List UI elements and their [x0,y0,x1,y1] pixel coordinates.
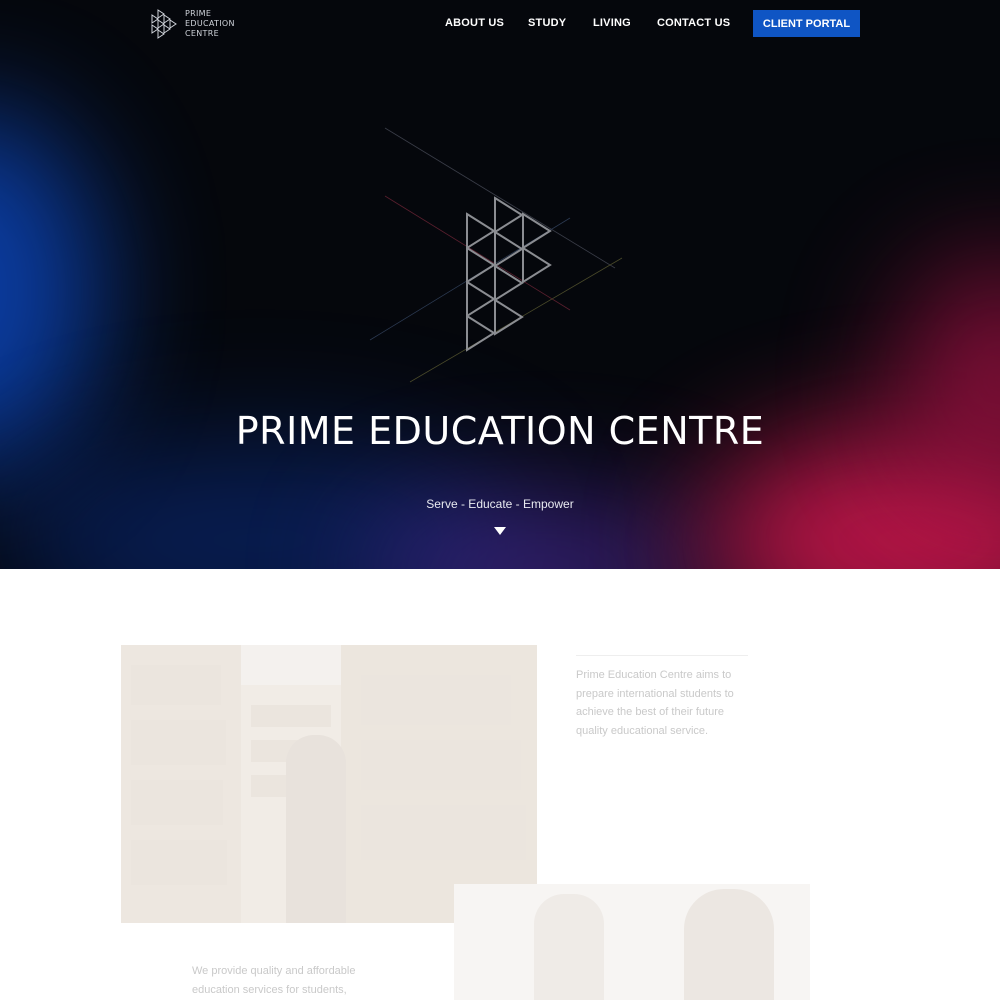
site-logo[interactable]: PRIME EDUCATION CENTRE [150,9,235,39]
hero-section: PRIME EDUCATION CENTRE ABOUT US STUDY LI… [0,0,1000,569]
nav-living[interactable]: LIVING [593,17,631,29]
top-navigation: PRIME EDUCATION CENTRE ABOUT US STUDY LI… [0,0,1000,46]
logo-line: CENTRE [185,29,219,38]
hero-emblem-icon [369,127,623,383]
library-photo [121,645,537,923]
intro-paragraph: Prime Education Centre aims to prepare i… [576,669,734,737]
logo-triangles-icon [151,9,177,39]
logo-line: PRIME [185,9,212,18]
logo-wordmark: PRIME EDUCATION CENTRE [185,9,235,39]
nav-study[interactable]: STUDY [528,17,566,29]
client-portal-button[interactable]: CLIENT PORTAL [753,10,860,37]
students-photo [454,884,810,1000]
triangle-down-icon[interactable] [494,527,506,535]
nav-about-us[interactable]: ABOUT US [445,17,504,29]
intro-divider [576,655,748,656]
hero-tagline: Serve - Educate - Empower [426,497,574,511]
services-paragraph: We provide quality and affordable educat… [192,965,356,996]
hero-title: PRIME EDUCATION CENTRE [235,409,765,454]
logo-line: EDUCATION [185,19,235,28]
nav-contact-us[interactable]: CONTACT US [657,17,730,29]
